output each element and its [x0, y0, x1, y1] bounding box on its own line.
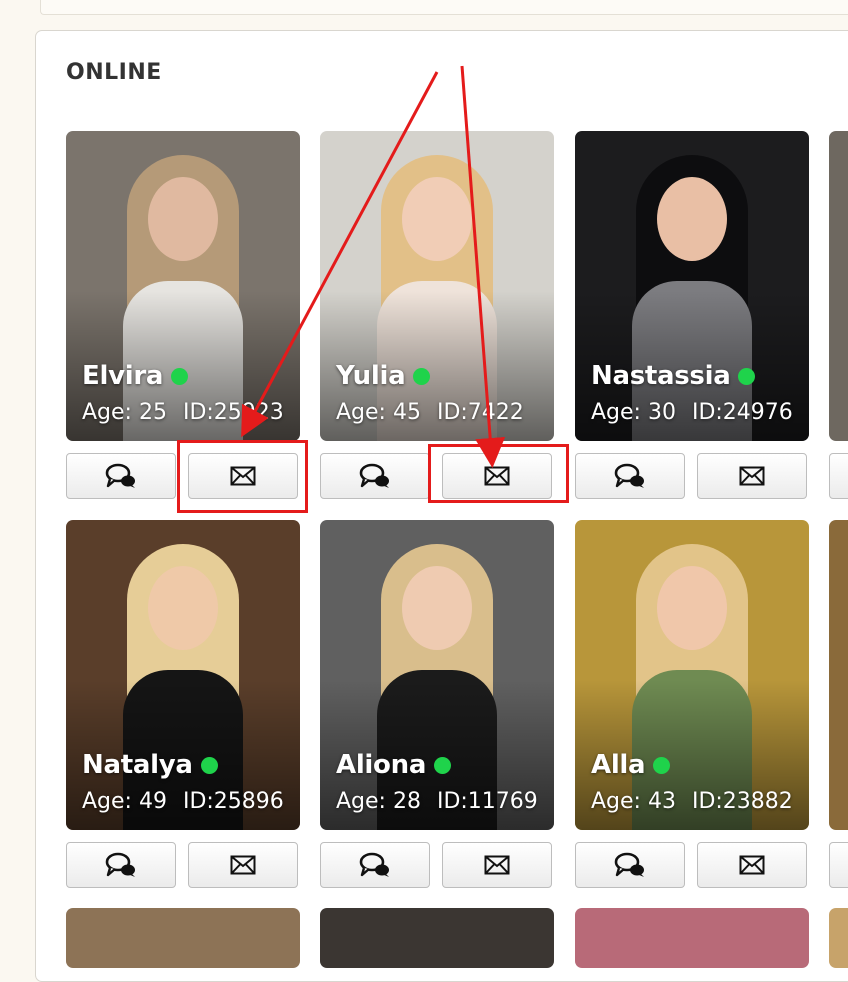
- profile-card-nastassia[interactable]: Nastassia Age: 30 ID:24976: [575, 131, 809, 441]
- profile-meta: Age: 49 ID:25896: [82, 789, 284, 814]
- mail-button[interactable]: [188, 842, 298, 888]
- profile-age: Age: 45: [336, 400, 421, 425]
- section-title: ONLINE: [66, 60, 162, 85]
- profile-card-aliona[interactable]: Aliona Age: 28 ID:11769: [320, 520, 554, 830]
- profile-name[interactable]: Nastassia: [591, 361, 731, 391]
- profile-card-partial[interactable]: [575, 908, 809, 968]
- envelope-icon: [230, 855, 256, 875]
- chat-button[interactable]: [66, 842, 176, 888]
- profile-card-partial[interactable]: [320, 908, 554, 968]
- chat-button[interactable]: [829, 842, 848, 888]
- chat-button[interactable]: [320, 842, 430, 888]
- envelope-icon: [739, 855, 765, 875]
- profile-card-alla[interactable]: Alla Age: 43 ID:23882: [575, 520, 809, 830]
- mail-button[interactable]: [697, 453, 807, 499]
- chat-bubbles-icon: [613, 851, 647, 879]
- profile-card-partial[interactable]: [829, 131, 848, 441]
- profile-photo-face: [402, 566, 472, 650]
- online-status-dot: [200, 756, 218, 774]
- highlight-box: [177, 440, 308, 513]
- profile-name-row: Nastassia: [591, 361, 756, 391]
- profile-meta: Age: 43 ID:23882: [591, 789, 793, 814]
- profile-photo-face: [148, 177, 218, 261]
- profile-name-row: Alla: [591, 750, 671, 780]
- chat-button[interactable]: [575, 842, 685, 888]
- profile-id: ID:23882: [691, 789, 793, 814]
- profile-name-row: Yulia: [336, 361, 431, 391]
- envelope-icon: [739, 466, 765, 486]
- chat-button[interactable]: [66, 453, 176, 499]
- profile-photo-face: [148, 566, 218, 650]
- online-status-dot: [434, 756, 452, 774]
- online-status-dot: [738, 367, 756, 385]
- highlight-box: [428, 444, 569, 503]
- profile-age: Age: 28: [336, 789, 421, 814]
- profile-name[interactable]: Natalya: [82, 750, 193, 780]
- profile-name[interactable]: Aliona: [336, 750, 426, 780]
- mail-button[interactable]: [442, 842, 552, 888]
- profile-age: Age: 25: [82, 400, 167, 425]
- top-bar: [40, 0, 848, 15]
- profile-age: Age: 43: [591, 789, 676, 814]
- envelope-icon: [484, 855, 510, 875]
- profile-id: ID:25896: [182, 789, 284, 814]
- profile-age: Age: 49: [82, 789, 167, 814]
- chat-bubbles-icon: [104, 462, 138, 490]
- profile-photo-face: [657, 566, 727, 650]
- chat-bubbles-icon: [104, 851, 138, 879]
- profile-meta: Age: 25 ID:25923: [82, 400, 284, 425]
- profile-card-partial[interactable]: [829, 908, 848, 968]
- online-status-dot: [653, 756, 671, 774]
- profile-name[interactable]: Yulia: [336, 361, 406, 391]
- chat-bubbles-icon: [358, 851, 392, 879]
- profile-id: ID:24976: [691, 400, 793, 425]
- online-status-dot: [413, 367, 431, 385]
- profile-card-elvira[interactable]: Elvira Age: 25 ID:25923: [66, 131, 300, 441]
- profile-name[interactable]: Elvira: [82, 361, 163, 391]
- profile-meta: Age: 45 ID:7422: [336, 400, 524, 425]
- online-status-dot: [171, 367, 189, 385]
- profile-photo-face: [402, 177, 472, 261]
- profile-name-row: Natalya: [82, 750, 218, 780]
- chat-button[interactable]: [320, 453, 430, 499]
- profile-id: ID:7422: [436, 400, 524, 425]
- chat-button[interactable]: [829, 453, 848, 499]
- profile-photo-face: [657, 177, 727, 261]
- profile-card-yulia[interactable]: Yulia Age: 45 ID:7422: [320, 131, 554, 441]
- profile-id: ID:11769: [436, 789, 538, 814]
- profile-meta: Age: 30 ID:24976: [591, 400, 793, 425]
- profile-card-partial[interactable]: [829, 520, 848, 830]
- mail-button[interactable]: [697, 842, 807, 888]
- chat-button[interactable]: [575, 453, 685, 499]
- profile-name-row: Aliona: [336, 750, 452, 780]
- profile-id: ID:25923: [182, 400, 284, 425]
- profile-age: Age: 30: [591, 400, 676, 425]
- chat-bubbles-icon: [358, 462, 392, 490]
- profile-name-row: Elvira: [82, 361, 189, 391]
- profile-name[interactable]: Alla: [591, 750, 646, 780]
- profile-card-natalya[interactable]: Natalya Age: 49 ID:25896: [66, 520, 300, 830]
- chat-bubbles-icon: [613, 462, 647, 490]
- profile-card-partial[interactable]: [66, 908, 300, 968]
- profile-meta: Age: 28 ID:11769: [336, 789, 538, 814]
